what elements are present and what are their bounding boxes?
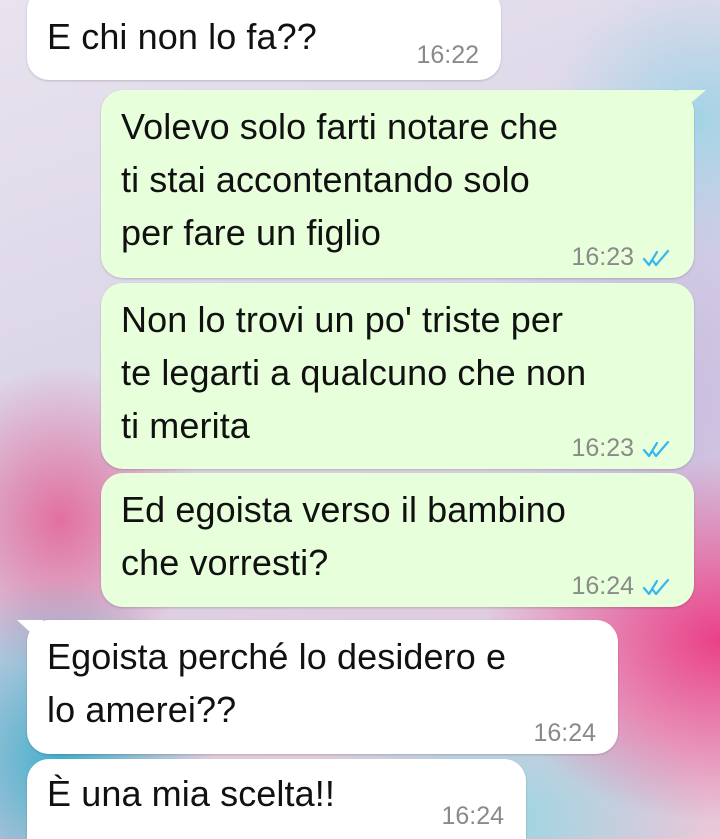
message-time: 16:23	[571, 434, 634, 462]
double-check-icon	[642, 440, 670, 457]
double-check-icon	[642, 578, 670, 595]
message-text: È una mia scelta!!	[47, 773, 335, 814]
message-time: 16:23	[571, 243, 634, 271]
message-time: 16:24	[441, 802, 504, 830]
message-bubble-outgoing[interactable]: Volevo solo farti notare che ti stai acc…	[101, 90, 706, 278]
message-text: Volevo solo farti notare che ti stai acc…	[121, 106, 559, 253]
message-bubble-incoming[interactable]: È una mia scelta!! 16:24	[27, 759, 526, 839]
message-text: Egoista perché lo desidero e lo amerei??	[47, 636, 507, 730]
bubble-tail	[17, 620, 43, 644]
message-bubble-outgoing[interactable]: Ed egoista verso il bambino che vorresti…	[101, 473, 694, 607]
double-check-icon	[642, 249, 670, 266]
message-bubble-outgoing[interactable]: Non lo trovi un po' triste per te legart…	[101, 283, 694, 469]
message-text: Non lo trovi un po' triste per te legart…	[121, 299, 587, 446]
message-time: 16:22	[416, 41, 479, 69]
message-time: 16:24	[533, 719, 596, 747]
message-bubble-incoming[interactable]: Egoista perché lo desidero e lo amerei??…	[17, 620, 618, 754]
message-time: 16:24	[571, 572, 634, 600]
bubble-tail	[678, 90, 706, 114]
message-bubble-incoming[interactable]: E chi non lo fa?? 16:22	[27, 0, 501, 80]
